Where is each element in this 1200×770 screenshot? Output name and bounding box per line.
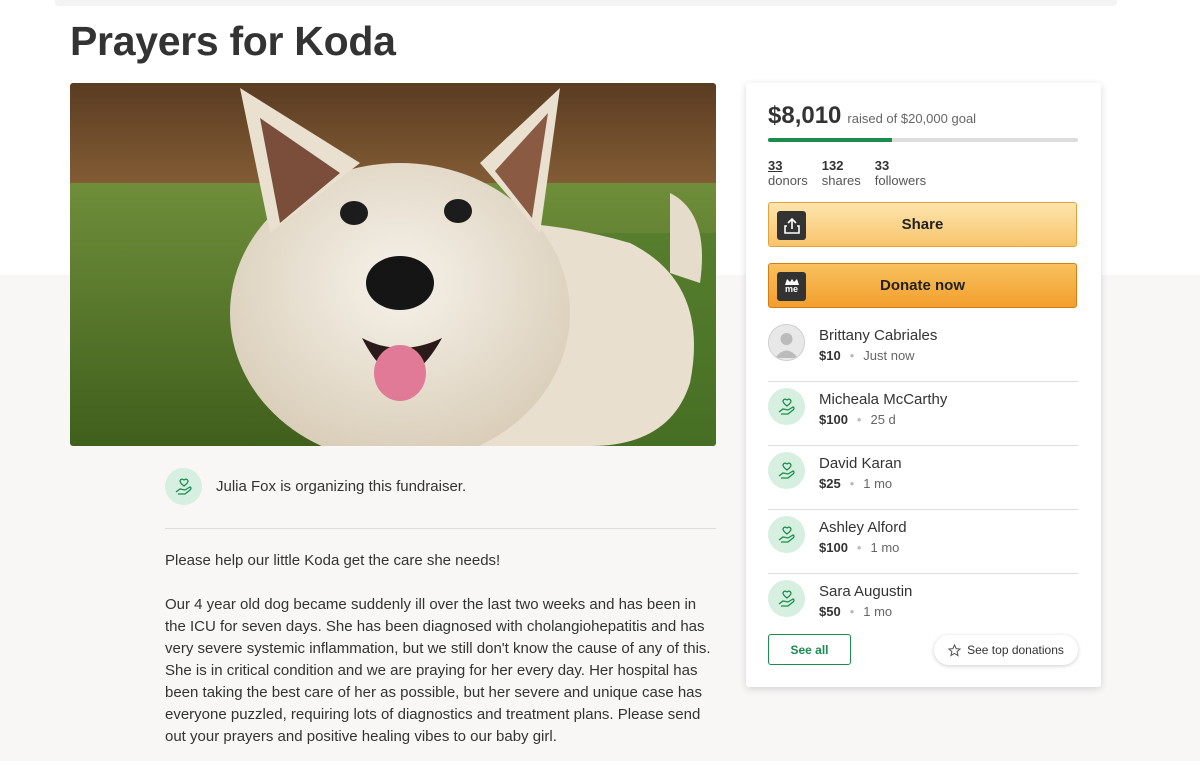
donation-sidebar: $8,010 raised of $20,000 goal 33 donors 1… <box>746 83 1101 687</box>
donation-meta: $100 • 1 mo <box>819 540 899 555</box>
see-top-donations-button[interactable]: See top donations <box>934 635 1078 665</box>
heart-hand-icon <box>165 468 202 505</box>
stat-label: donors <box>768 173 808 188</box>
donation-time: 1 mo <box>870 540 900 555</box>
donate-button[interactable]: me Donate now <box>768 263 1077 308</box>
donation-time: 25 d <box>870 412 896 427</box>
donation-item: David Karan $25 • 1 mo <box>768 446 1078 510</box>
stats: 33 donors 132 shares 33 followers <box>768 158 940 188</box>
separator-dot: • <box>856 540 862 555</box>
raised-amount-row: $8,010 raised of $20,000 goal <box>768 102 976 130</box>
donation-meta: $50 • 1 mo <box>819 604 892 619</box>
donation-amount: $100 <box>819 540 848 555</box>
donation-time: 1 mo <box>863 604 893 619</box>
donation-time: Just now <box>863 348 915 363</box>
stat-label: followers <box>874 173 927 188</box>
donation-meta: $10 • Just now <box>819 348 915 363</box>
story-paragraph: Our 4 year old dog became suddenly ill o… <box>165 596 711 745</box>
raised-amount: $8,010 <box>768 102 842 129</box>
see-top-label: See top donations <box>967 643 1064 657</box>
heart-hand-icon <box>768 516 805 553</box>
star-icon <box>948 643 962 657</box>
hero-image-dog <box>70 83 716 446</box>
stat-label: shares <box>821 173 861 188</box>
donation-time: 1 mo <box>863 476 893 491</box>
logo-text: me <box>784 284 798 294</box>
goal-text: raised of $20,000 goal <box>847 111 977 126</box>
main-content: Julia Fox is organizing this fundraiser.… <box>165 456 716 745</box>
donation-item: Ashley Alford $100 • 1 mo <box>768 510 1078 574</box>
donor-name: David Karan <box>819 455 902 472</box>
separator-dot: • <box>856 412 862 427</box>
donation-item: Sara Augustin $50 • 1 mo <box>768 574 1078 637</box>
donor-name: Sara Augustin <box>819 583 913 600</box>
donor-name: Micheala McCarthy <box>819 391 948 408</box>
top-bar <box>55 0 1117 6</box>
profile-photo-avatar <box>768 324 805 361</box>
donation-meta: $100 • 25 d <box>819 412 896 427</box>
share-button[interactable]: Share <box>768 202 1077 247</box>
stat-value: 132 <box>821 158 844 173</box>
stat-donors[interactable]: 33 donors <box>768 158 808 188</box>
donate-label: Donate now <box>880 277 965 294</box>
donation-amount: $50 <box>819 604 841 619</box>
donor-name: Brittany Cabriales <box>819 327 938 344</box>
stat-value: 33 <box>768 158 783 173</box>
separator-dot: • <box>849 476 855 491</box>
story: Please help our little Koda get the care… <box>165 550 716 770</box>
donation-amount: $25 <box>819 476 841 491</box>
progress-bar <box>768 138 1078 142</box>
donor-name: Ashley Alford <box>819 519 907 536</box>
stat-shares: 132 shares <box>822 158 861 188</box>
donation-meta: $25 • 1 mo <box>819 476 892 491</box>
donation-item: Micheala McCarthy $100 • 25 d <box>768 382 1078 446</box>
share-icon <box>777 211 806 240</box>
progress-fill <box>768 138 892 142</box>
heart-hand-icon <box>768 388 805 425</box>
see-all-button[interactable]: See all <box>768 634 851 665</box>
recent-donations: Brittany Cabriales $10 • Just now Micheala… <box>768 318 1078 637</box>
separator-dot: • <box>849 604 855 619</box>
heart-hand-icon <box>768 452 805 489</box>
share-label: Share <box>901 216 944 233</box>
gofundme-logo-icon: me <box>777 272 806 301</box>
story-paragraph: Please help our little Koda get the care… <box>165 552 501 569</box>
donation-amount: $100 <box>819 412 848 427</box>
organizer-row: Julia Fox is organizing this fundraiser. <box>165 456 716 529</box>
organizer-text: Julia Fox is organizing this fundraiser. <box>216 478 467 495</box>
separator-dot: • <box>849 348 855 363</box>
donation-item: Brittany Cabriales $10 • Just now <box>768 318 1078 382</box>
page-title: Prayers for Koda <box>70 18 396 64</box>
donation-amount: $10 <box>819 348 841 363</box>
heart-hand-icon <box>768 580 805 617</box>
stat-value: 33 <box>874 158 890 173</box>
stat-followers: 33 followers <box>875 158 926 188</box>
